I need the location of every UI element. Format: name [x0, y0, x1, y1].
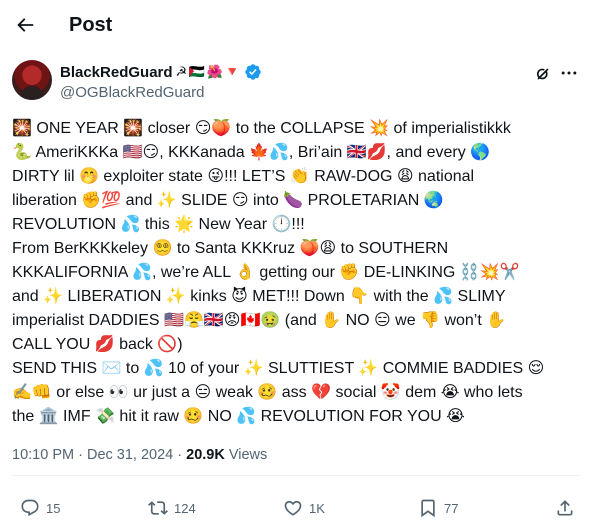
bookmark-icon [421, 499, 435, 518]
retweet-icon [148, 501, 168, 515]
author-name-emojis: ☭ 🇵🇸 🌺 🔻 [175, 64, 241, 79]
share-button[interactable] [555, 495, 575, 521]
header: Post [0, 0, 592, 53]
author-display-name[interactable]: BlackRedGuard [60, 64, 173, 81]
grok-icon[interactable] [534, 65, 552, 83]
bookmark-count: 77 [444, 500, 459, 516]
tweet-date[interactable]: Dec 31, 2024 [87, 447, 173, 463]
meta-separator: · [74, 447, 87, 463]
back-arrow-icon[interactable] [14, 14, 36, 36]
like-button[interactable]: 1K [283, 495, 325, 521]
more-icon[interactable] [559, 63, 579, 83]
share-icon [557, 500, 573, 516]
views-label: Views [224, 447, 268, 463]
tweet-time[interactable]: 10:10 PM [12, 447, 74, 463]
tweet-meta: 10:10 PM · Dec 31, 2024 · 20.9K Views [12, 445, 267, 465]
avatar[interactable] [12, 60, 52, 100]
tweet-text: 🎇 ONE YEAR 🎇 closer 😏🍑 to the COLLAPSE 💥… [12, 120, 545, 425]
like-count: 1K [309, 500, 325, 516]
reply-count: 15 [46, 500, 61, 516]
author-name-row: BlackRedGuard ☭ 🇵🇸 🌺 🔻 [60, 62, 262, 82]
page-title: Post [69, 14, 113, 36]
views-count: 20.9K [186, 447, 225, 463]
verified-badge-icon[interactable] [244, 63, 262, 81]
author-handle[interactable]: @OGBlackRedGuard [60, 83, 204, 103]
action-bar: 15 124 1K 77 [0, 495, 592, 521]
retweet-button[interactable]: 124 [148, 495, 196, 521]
reply-icon [21, 499, 39, 517]
reply-button[interactable]: 15 [20, 495, 60, 521]
meta-dot: · [173, 447, 187, 463]
bookmark-button[interactable]: 77 [418, 495, 458, 521]
like-icon [284, 500, 302, 516]
divider [12, 475, 580, 476]
retweet-count: 124 [174, 500, 196, 516]
